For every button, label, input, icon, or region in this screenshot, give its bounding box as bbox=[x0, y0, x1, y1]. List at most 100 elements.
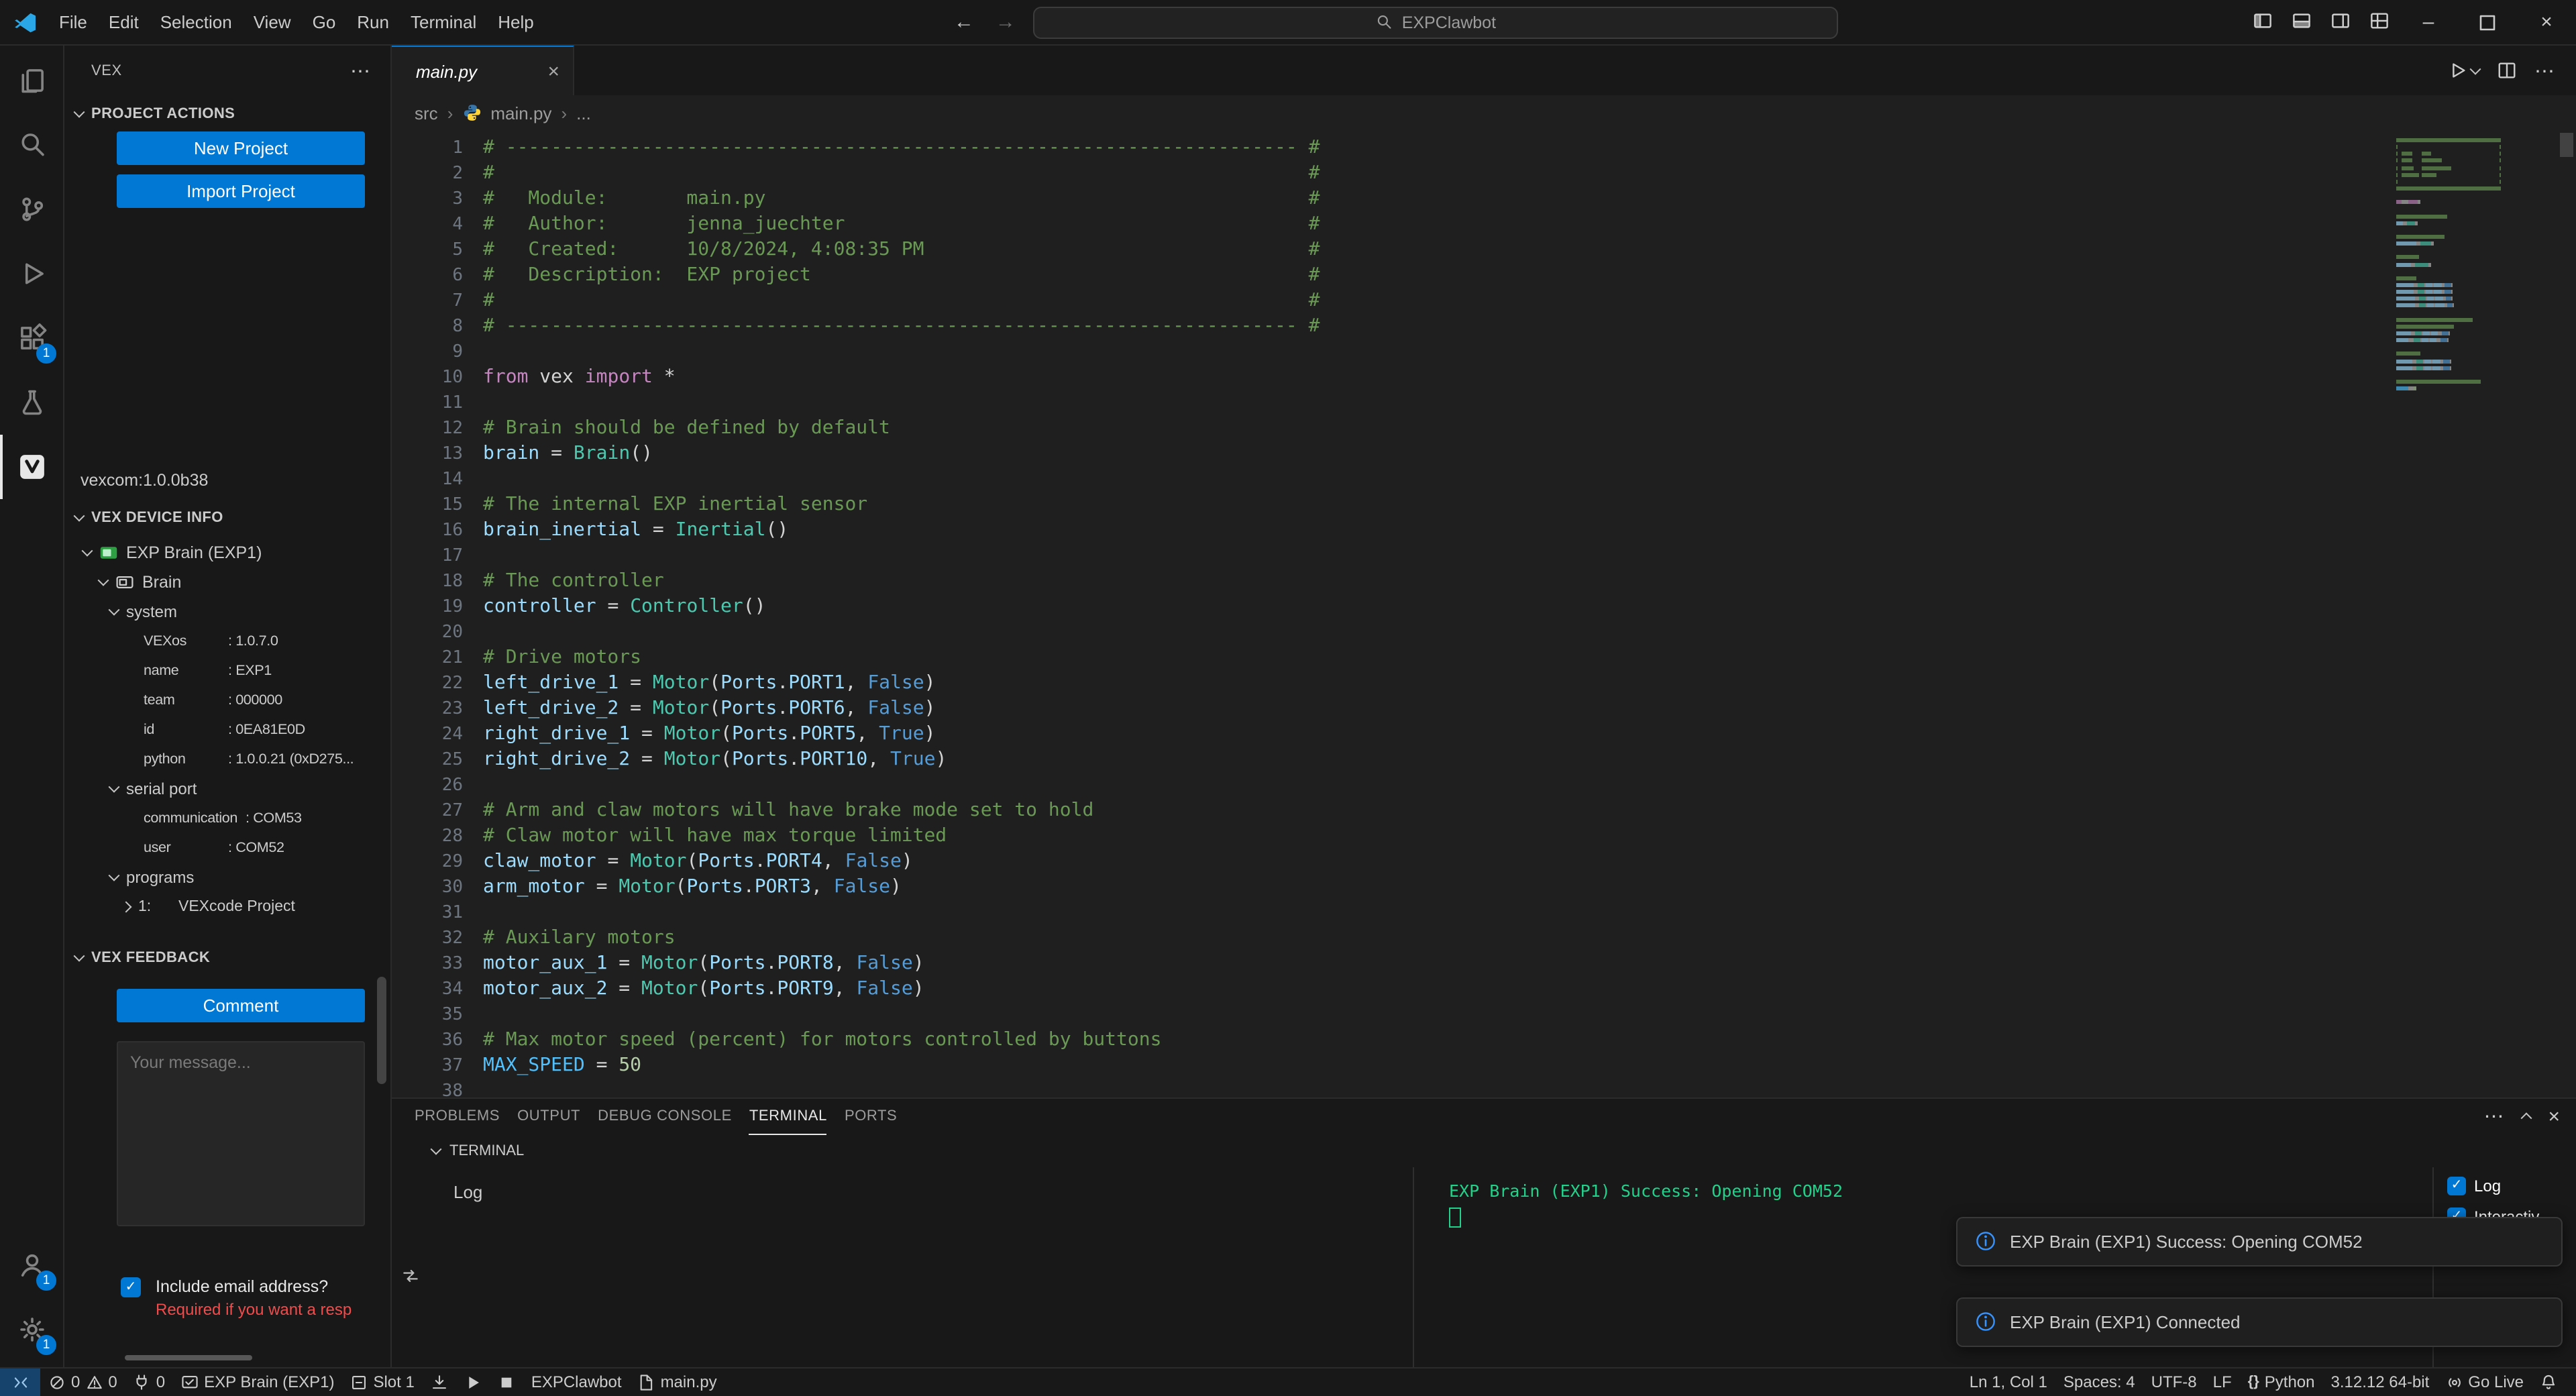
status-eol[interactable]: LF bbox=[2205, 1367, 2240, 1396]
tree-item-team[interactable]: team: 000000 bbox=[64, 686, 390, 715]
tree-item-python[interactable]: python: 1.0.0.21 (0xD275... bbox=[64, 745, 390, 774]
panel-tab-terminal[interactable]: TERMINAL bbox=[749, 1098, 827, 1134]
minimap[interactable] bbox=[2396, 138, 2514, 400]
status-vex-device[interactable]: EXP Brain (EXP1) bbox=[173, 1367, 342, 1396]
status-language-mode[interactable]: {}Python bbox=[2240, 1367, 2323, 1396]
menu-terminal[interactable]: Terminal bbox=[400, 8, 487, 36]
panel-more-actions-icon[interactable]: ⋯ bbox=[2483, 1104, 2505, 1128]
sidebar-horizontal-scrollbar[interactable] bbox=[125, 1354, 252, 1360]
tab-close-icon[interactable]: × bbox=[545, 60, 562, 83]
tree-value: : COM53 bbox=[246, 810, 302, 826]
terminal-checkbox-log[interactable]: ✓Log bbox=[2447, 1176, 2576, 1195]
status-python-version[interactable]: 3.12.12 64-bit bbox=[2323, 1367, 2438, 1396]
tab-main-py[interactable]: main.py × bbox=[392, 46, 574, 95]
status-indentation[interactable]: Spaces: 4 bbox=[2055, 1367, 2143, 1396]
terminal-section-header[interactable]: TERMINAL bbox=[392, 1134, 2576, 1167]
tree-item-1[interactable]: 1:VEXcode Project bbox=[64, 892, 390, 922]
sidebar-more-actions-icon[interactable]: ⋯ bbox=[350, 59, 372, 83]
menu-go[interactable]: Go bbox=[302, 8, 347, 36]
sidebar-scrollbar[interactable] bbox=[377, 977, 386, 1084]
toggle-panel-icon bbox=[2292, 10, 2312, 30]
editor-scrollbar[interactable] bbox=[2560, 133, 2573, 157]
status-cursor-position[interactable]: Ln 1, Col 1 bbox=[1962, 1367, 2055, 1396]
device-info-header[interactable]: VEX DEVICE INFO bbox=[64, 503, 390, 533]
import-project-button[interactable]: Import Project bbox=[117, 174, 365, 208]
breadcrumb[interactable]: src›main.py›... bbox=[392, 95, 2576, 130]
split-editor-icon[interactable] bbox=[2497, 60, 2517, 80]
menu-help[interactable]: Help bbox=[487, 8, 545, 36]
status-active-file[interactable]: main.py bbox=[630, 1367, 725, 1396]
tree-item-name[interactable]: name: EXP1 bbox=[64, 656, 390, 686]
status-vex-run[interactable] bbox=[456, 1367, 490, 1396]
activity-item-vex[interactable] bbox=[0, 435, 63, 499]
new-project-button[interactable]: New Project bbox=[117, 131, 365, 165]
menu-file[interactable]: File bbox=[48, 8, 98, 36]
tree-item-serial-port[interactable]: serial port bbox=[64, 774, 390, 804]
activity-item-extensions[interactable]: 1 bbox=[0, 306, 63, 370]
nav-forward-button[interactable]: → bbox=[991, 11, 1020, 34]
feedback-header[interactable]: VEX FEEDBACK bbox=[64, 943, 390, 973]
toggle-secondary-sidebar-button[interactable] bbox=[2321, 10, 2360, 34]
tree-item-system[interactable]: system bbox=[64, 597, 390, 627]
breadcrumb-item-main-py[interactable]: main.py bbox=[490, 103, 551, 123]
tree-item-vexos[interactable]: VEXos: 1.0.7.0 bbox=[64, 627, 390, 656]
maximize-panel-icon[interactable] bbox=[2521, 1112, 2532, 1124]
activity-item-testing[interactable] bbox=[0, 370, 63, 435]
toggle-panel-button[interactable] bbox=[2282, 10, 2321, 34]
status-problems[interactable]: 00 bbox=[40, 1367, 125, 1396]
tree-item-user[interactable]: user: COM52 bbox=[64, 833, 390, 863]
close-panel-icon[interactable]: × bbox=[2548, 1105, 2560, 1128]
play-icon bbox=[464, 1373, 482, 1391]
status-vex-download[interactable] bbox=[423, 1367, 456, 1396]
status-vex-stop[interactable] bbox=[490, 1367, 523, 1396]
activity-item-settings[interactable]: 1 bbox=[0, 1297, 63, 1361]
status-remote[interactable] bbox=[0, 1367, 40, 1396]
editor-more-actions-icon[interactable]: ⋯ bbox=[2534, 58, 2556, 83]
terminal-sync-icon[interactable] bbox=[400, 1185, 419, 1366]
tree-item-id[interactable]: id: 0EA81E0D bbox=[64, 715, 390, 745]
status-notifications-bell[interactable] bbox=[2532, 1367, 2565, 1396]
minimize-button[interactable]: – bbox=[2399, 0, 2458, 44]
activity-item-run-and-debug[interactable] bbox=[0, 241, 63, 306]
minimap-line bbox=[2396, 186, 2514, 191]
code-editor[interactable]: 1# -------------------------------------… bbox=[392, 130, 2576, 1097]
status-vex-slot[interactable]: Slot 1 bbox=[342, 1367, 422, 1396]
status-encoding[interactable]: UTF-8 bbox=[2143, 1367, 2205, 1396]
tree-item-communication[interactable]: communication: COM53 bbox=[64, 804, 390, 833]
menu-selection[interactable]: Selection bbox=[150, 8, 243, 36]
customize-layout-button[interactable] bbox=[2360, 10, 2399, 34]
project-actions-header[interactable]: PROJECT ACTIONS bbox=[64, 99, 390, 129]
panel-tab-problems[interactable]: PROBLEMS bbox=[415, 1098, 500, 1134]
include-email-checkbox[interactable]: ✓ bbox=[121, 1277, 141, 1297]
breadcrumb-item-src[interactable]: src bbox=[415, 103, 438, 123]
feedback-message-input[interactable] bbox=[117, 1041, 365, 1226]
command-center-search[interactable]: EXPClawbot bbox=[1033, 6, 1838, 38]
activity-item-explorer[interactable] bbox=[0, 48, 63, 113]
tree-item-exp-brain-exp1[interactable]: EXP Brain (EXP1) bbox=[64, 538, 390, 568]
minimap-line bbox=[2396, 262, 2514, 266]
panel-tab-output[interactable]: OUTPUT bbox=[517, 1098, 580, 1134]
menu-view[interactable]: View bbox=[243, 8, 302, 36]
comment-button[interactable]: Comment bbox=[117, 989, 365, 1022]
terminal-log-pane[interactable]: Log bbox=[428, 1167, 1414, 1366]
menu-run[interactable]: Run bbox=[346, 8, 400, 36]
maximize-button[interactable] bbox=[2458, 0, 2517, 44]
status-ports[interactable]: 0 bbox=[125, 1367, 173, 1396]
run-python-file-button[interactable] bbox=[2447, 60, 2479, 80]
panel-tab-debug-console[interactable]: DEBUG CONSOLE bbox=[598, 1098, 732, 1134]
panel-tab-ports[interactable]: PORTS bbox=[845, 1098, 897, 1134]
tree-item-programs[interactable]: programs bbox=[64, 863, 390, 892]
close-button[interactable]: × bbox=[2517, 0, 2576, 44]
breadcrumb-item-[interactable]: ... bbox=[576, 103, 591, 123]
toggle-sidebar-button[interactable] bbox=[2243, 10, 2282, 34]
status-project-name[interactable]: EXPClawbot bbox=[523, 1367, 630, 1396]
tree-item-brain[interactable]: Brain bbox=[64, 568, 390, 597]
nav-back-button[interactable]: ← bbox=[950, 11, 978, 34]
activity-item-source-control[interactable] bbox=[0, 177, 63, 241]
notification-toast[interactable]: EXP Brain (EXP1) Connected bbox=[1956, 1297, 2563, 1346]
notification-toast[interactable]: EXP Brain (EXP1) Success: Opening COM52 bbox=[1956, 1216, 2563, 1266]
menu-edit[interactable]: Edit bbox=[98, 8, 150, 36]
activity-item-search[interactable] bbox=[0, 113, 63, 177]
activity-item-accounts[interactable]: 1 bbox=[0, 1232, 63, 1297]
status-go-live[interactable]: Go Live bbox=[2437, 1367, 2532, 1396]
